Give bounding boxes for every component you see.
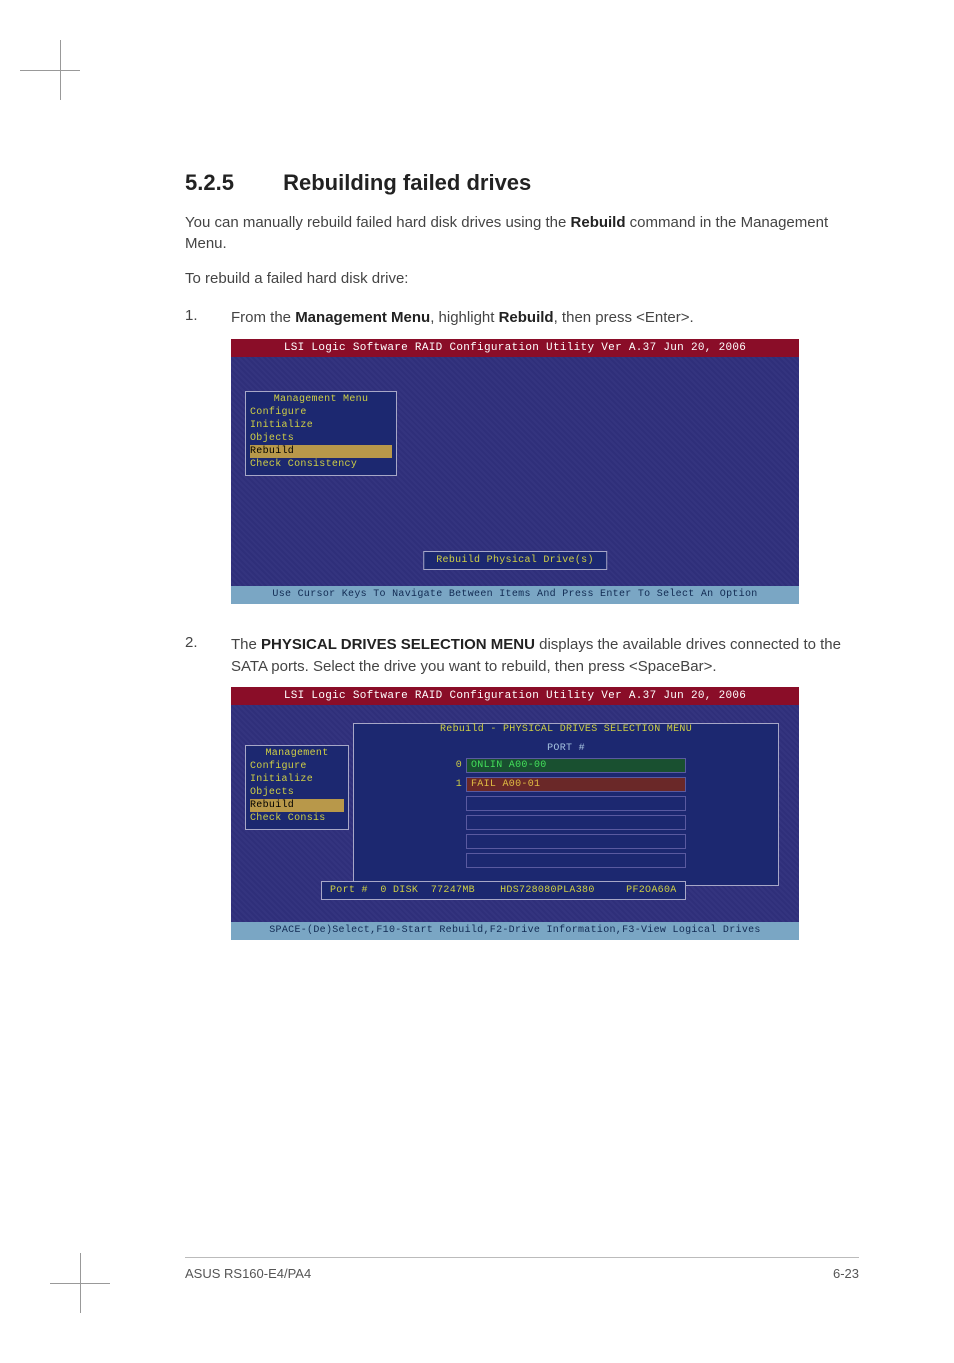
drive-info-box: Port # 0 DISK 77247MB HDS728080PLA380 PF…	[321, 881, 686, 900]
menu-item-check-consistency[interactable]: Check Consistency	[250, 458, 392, 471]
menu-item-initialize[interactable]: Initialize	[250, 773, 344, 786]
footer-page-number: 6-23	[833, 1266, 859, 1281]
drives-selection-panel: Rebuild - PHYSICAL DRIVES SELECTION MENU…	[353, 723, 779, 886]
drive-index: 0	[446, 760, 462, 771]
management-menu-box: Management Menu Configure Initialize Obj…	[245, 391, 397, 476]
bios-titlebar: LSI Logic Software RAID Configuration Ut…	[231, 687, 799, 705]
menu-item-configure[interactable]: Configure	[250, 406, 392, 419]
management-menu-box: Management Configure Initialize Objects …	[245, 745, 349, 830]
step-text: From the Management Menu, highlight Rebu…	[231, 307, 694, 329]
selection-panel-title: Rebuild - PHYSICAL DRIVES SELECTION MENU	[434, 724, 698, 735]
drive-slots: 0 ONLIN A00-00 1 FAIL A00-01	[446, 758, 686, 868]
section-heading: 5.2.5 Rebuilding failed drives	[185, 170, 859, 196]
drive-row-empty	[446, 834, 686, 849]
step-number: 2.	[185, 634, 231, 678]
menu-title: Management	[250, 748, 344, 759]
drive-row-empty	[446, 815, 686, 830]
drive-index: 1	[446, 779, 462, 790]
bios-footer-hint: Use Cursor Keys To Navigate Between Item…	[231, 586, 799, 604]
menu-item-rebuild[interactable]: Rebuild	[250, 799, 344, 812]
step-1: 1. From the Management Menu, highlight R…	[185, 307, 859, 329]
status-message: Rebuild Physical Drive(s)	[423, 551, 607, 570]
drive-row-empty	[446, 853, 686, 868]
menu-title: Management Menu	[250, 394, 392, 405]
bios-screenshot-1: LSI Logic Software RAID Configuration Ut…	[231, 339, 799, 604]
step-number: 1.	[185, 307, 231, 329]
menu-item-check-consis[interactable]: Check Consis	[250, 812, 344, 825]
menu-item-initialize[interactable]: Initialize	[250, 419, 392, 432]
drive-row-1[interactable]: 1 FAIL A00-01	[446, 777, 686, 792]
bios-body: Management Menu Configure Initialize Obj…	[231, 357, 799, 586]
menu-item-configure[interactable]: Configure	[250, 760, 344, 773]
crop-mark-bottom	[50, 1253, 110, 1313]
step-2: 2. The PHYSICAL DRIVES SELECTION MENU di…	[185, 634, 859, 678]
footer-product: ASUS RS160-E4/PA4	[185, 1266, 311, 1281]
page-content: 5.2.5 Rebuilding failed drives You can m…	[0, 0, 954, 940]
page-footer: ASUS RS160-E4/PA4 6-23	[185, 1257, 859, 1281]
intro-paragraph-2: To rebuild a failed hard disk drive:	[185, 268, 859, 289]
drive-status-fail: FAIL A00-01	[466, 777, 686, 792]
bios-screenshot-2: LSI Logic Software RAID Configuration Ut…	[231, 687, 799, 940]
menu-item-objects[interactable]: Objects	[250, 432, 392, 445]
crop-mark-top	[20, 40, 80, 100]
menu-item-rebuild[interactable]: Rebuild	[250, 445, 392, 458]
port-header: PORT #	[354, 743, 778, 754]
bios-footer-hint: SPACE-(De)Select,F10-Start Rebuild,F2-Dr…	[231, 922, 799, 940]
drive-row-0[interactable]: 0 ONLIN A00-00	[446, 758, 686, 773]
section-title-text: Rebuilding failed drives	[283, 170, 531, 195]
section-number: 5.2.5	[185, 170, 277, 196]
intro-paragraph-1: You can manually rebuild failed hard dis…	[185, 212, 859, 254]
bios-body: Management Configure Initialize Objects …	[231, 705, 799, 922]
menu-item-objects[interactable]: Objects	[250, 786, 344, 799]
drive-status-onlin: ONLIN A00-00	[466, 758, 686, 773]
step-text: The PHYSICAL DRIVES SELECTION MENU displ…	[231, 634, 859, 678]
bios-titlebar: LSI Logic Software RAID Configuration Ut…	[231, 339, 799, 357]
drive-row-empty	[446, 796, 686, 811]
